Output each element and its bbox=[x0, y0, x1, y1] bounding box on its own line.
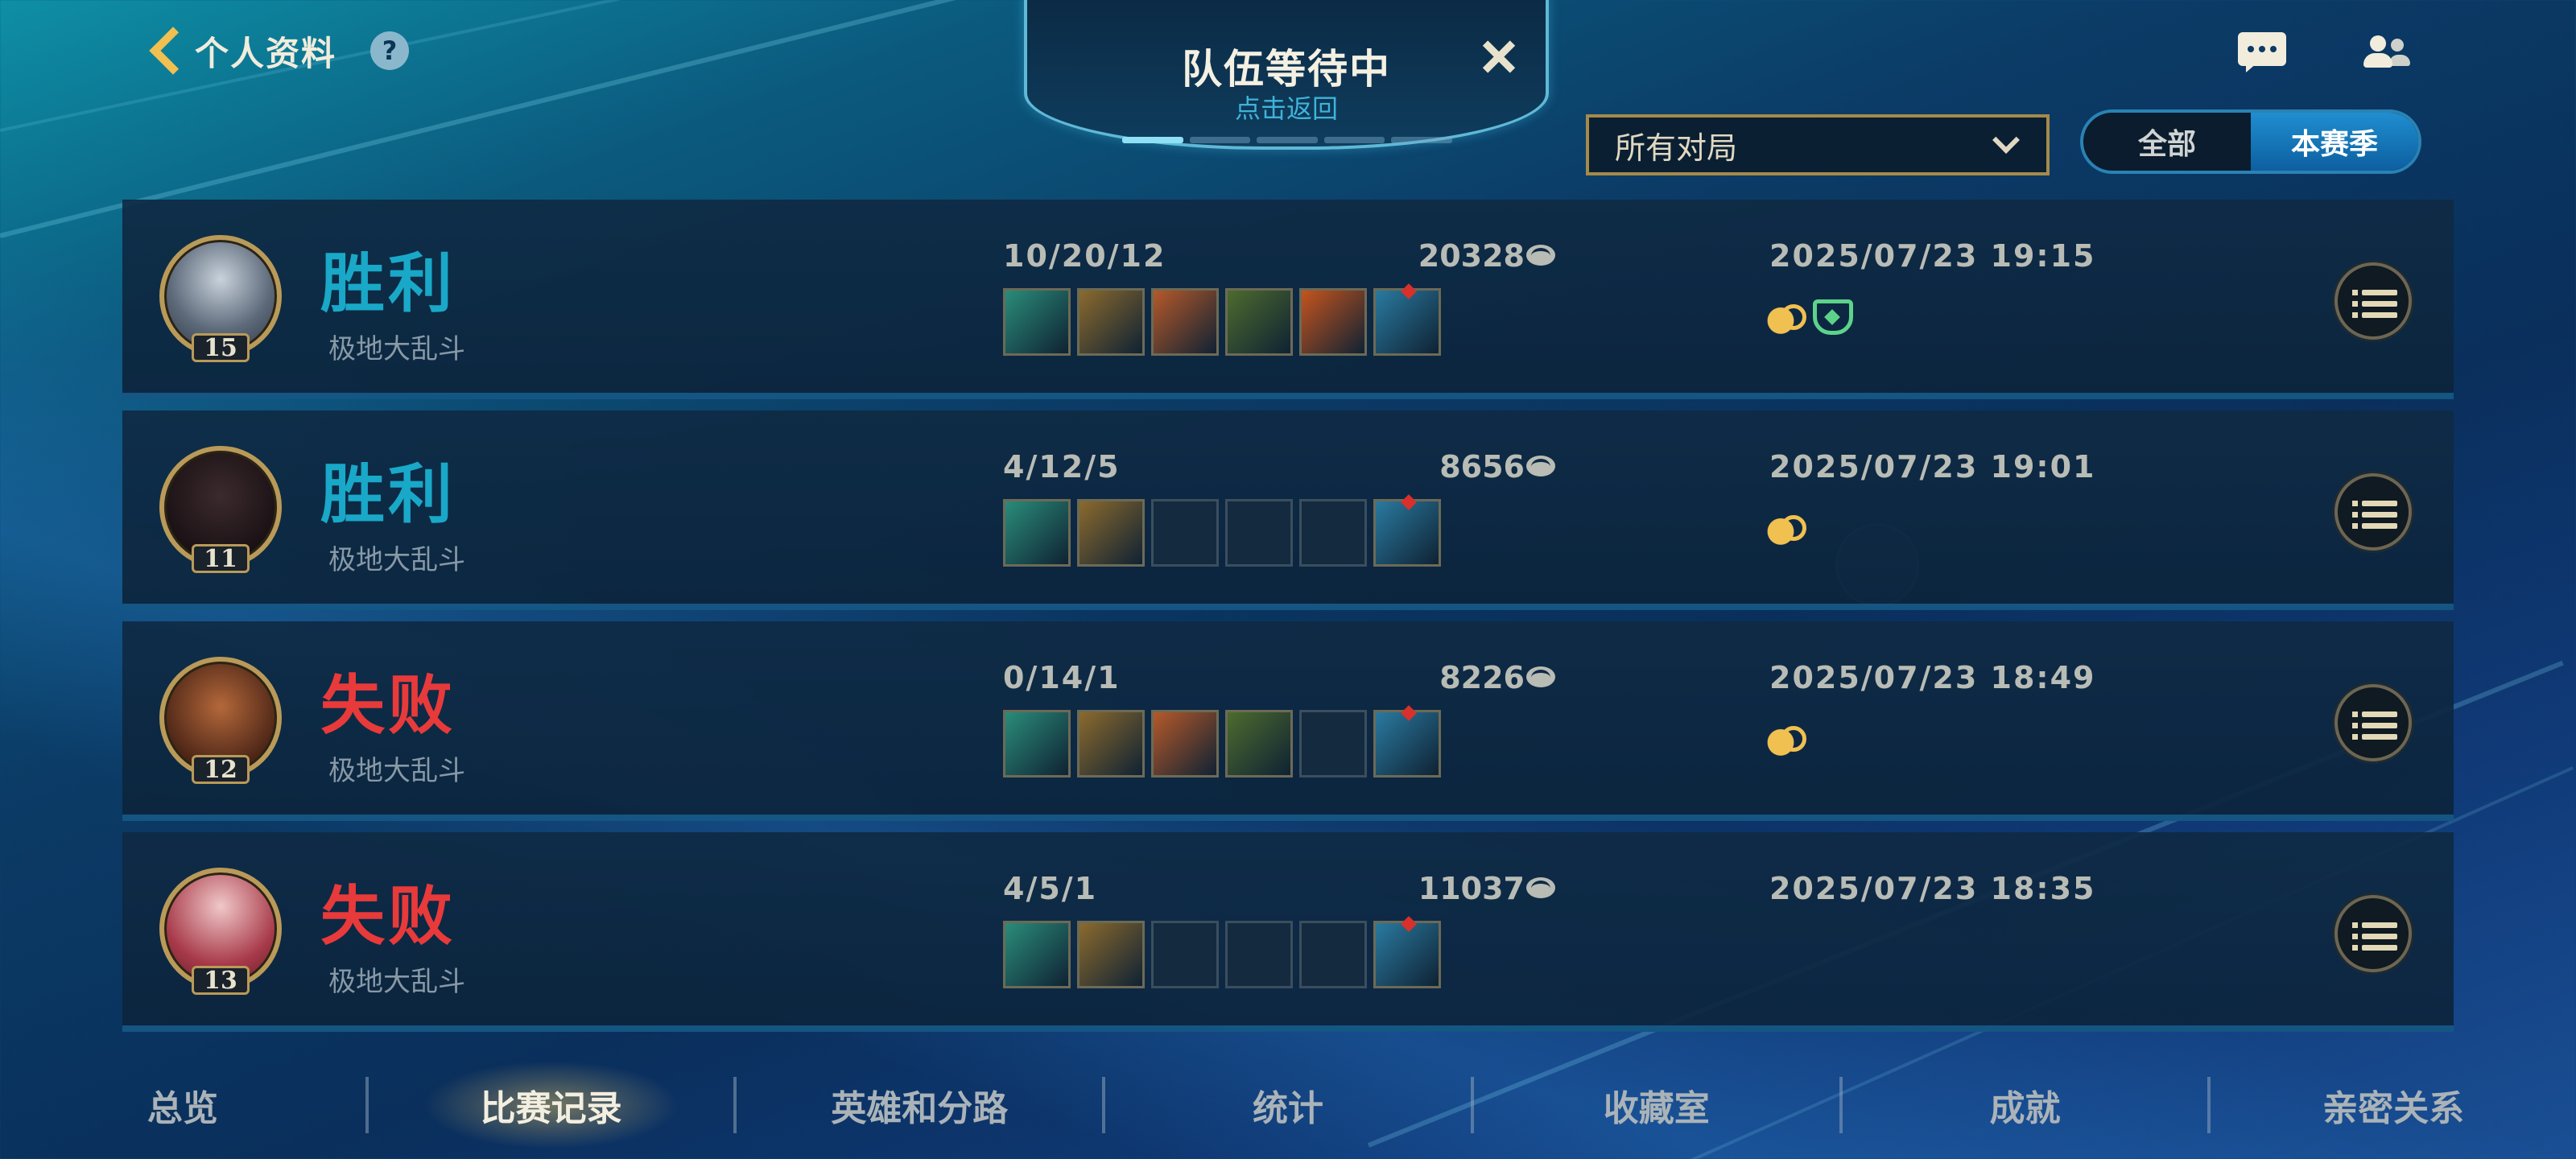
champion-level: 11 bbox=[192, 544, 250, 573]
match-date: 2025/07/23 19:15 bbox=[1769, 238, 2096, 274]
item-icon[interactable] bbox=[1003, 499, 1071, 567]
kda: 0/14/1 bbox=[1003, 660, 1121, 695]
item-icon[interactable] bbox=[1003, 921, 1071, 988]
gold-badge-icon bbox=[1765, 299, 1806, 335]
season-toggle[interactable]: 全部 本赛季 bbox=[2080, 109, 2421, 174]
gold-earned: 8226 bbox=[1290, 660, 1555, 695]
match-details-button[interactable] bbox=[2334, 895, 2412, 972]
empty-item-slot[interactable] bbox=[1299, 921, 1367, 988]
tab-5[interactable]: 成就 bbox=[1843, 1061, 2208, 1149]
item-icon[interactable] bbox=[1373, 705, 1441, 777]
item-icon[interactable] bbox=[1077, 499, 1145, 567]
toggle-all[interactable]: 全部 bbox=[2083, 113, 2251, 171]
gold-coin-icon bbox=[1526, 245, 1555, 266]
champion-level: 15 bbox=[192, 333, 250, 362]
queue-return-link[interactable]: 点击返回 bbox=[1027, 89, 1546, 126]
game-mode: 极地大乱斗 bbox=[328, 333, 465, 365]
gold-coin-icon bbox=[1526, 877, 1555, 898]
bottom-tab-bar: 总览 比赛记录 英雄和分路 统计 收藏室 成就 亲密关系 bbox=[0, 1061, 2576, 1149]
queue-title: 队伍等待中 bbox=[1182, 46, 1391, 93]
game-mode: 极地大乱斗 bbox=[328, 755, 465, 787]
queue-status-panel[interactable]: 队伍等待中 点击返回 bbox=[1024, 0, 1549, 150]
champion-level: 13 bbox=[192, 966, 250, 995]
match-result: 失败 bbox=[320, 879, 456, 954]
item-icon[interactable] bbox=[1077, 710, 1145, 777]
item-icon[interactable] bbox=[1373, 916, 1441, 988]
chevron-down-icon bbox=[1992, 126, 2020, 154]
match-details-button[interactable] bbox=[2334, 684, 2412, 761]
tab-0[interactable]: 总览 bbox=[0, 1061, 365, 1149]
kda: 4/5/1 bbox=[1003, 871, 1098, 906]
kda: 4/12/5 bbox=[1003, 449, 1121, 485]
toggle-current-season[interactable]: 本赛季 bbox=[2251, 113, 2418, 171]
item-icon[interactable] bbox=[1003, 710, 1071, 777]
gold-badge-icon bbox=[1765, 721, 1806, 757]
item-icon[interactable] bbox=[1225, 710, 1293, 777]
gold-earned: 11037 bbox=[1290, 871, 1555, 906]
match-date: 2025/07/23 18:35 bbox=[1769, 871, 2096, 906]
item-build bbox=[1003, 705, 1441, 777]
item-icon[interactable] bbox=[1299, 288, 1367, 356]
tab-3[interactable]: 统计 bbox=[1105, 1061, 1471, 1149]
match-result: 胜利 bbox=[320, 457, 456, 532]
match-badges bbox=[1765, 299, 1853, 335]
gold-earned: 8656 bbox=[1290, 449, 1555, 485]
empty-item-slot[interactable] bbox=[1225, 499, 1293, 567]
gold-coin-icon bbox=[1526, 666, 1555, 687]
item-build bbox=[1003, 494, 1441, 567]
match-badges bbox=[1765, 510, 1806, 546]
tab-4[interactable]: 收藏室 bbox=[1474, 1061, 1839, 1149]
match-result: 失败 bbox=[320, 668, 456, 743]
empty-item-slot[interactable] bbox=[1151, 499, 1219, 567]
item-build bbox=[1003, 283, 1441, 356]
chevron-left-icon bbox=[147, 23, 179, 79]
gold-coin-icon bbox=[1526, 456, 1555, 476]
match-type-select[interactable]: 所有对局 bbox=[1586, 114, 2050, 175]
empty-item-slot[interactable] bbox=[1151, 921, 1219, 988]
game-mode: 极地大乱斗 bbox=[328, 966, 465, 998]
back-button[interactable]: 个人资料 ? bbox=[147, 23, 410, 79]
tab-2[interactable]: 英雄和分路 bbox=[737, 1061, 1102, 1149]
tab-1[interactable]: 比赛记录 bbox=[369, 1061, 734, 1149]
help-icon[interactable]: ? bbox=[370, 31, 410, 70]
match-date: 2025/07/23 19:01 bbox=[1769, 449, 2096, 485]
empty-item-slot[interactable] bbox=[1225, 921, 1293, 988]
page-title: 个人资料 bbox=[195, 33, 337, 73]
queue-progress bbox=[1122, 137, 1452, 143]
champion-level: 12 bbox=[192, 755, 250, 784]
item-icon[interactable] bbox=[1373, 283, 1441, 356]
game-mode: 极地大乱斗 bbox=[328, 544, 465, 576]
gold-badge-icon bbox=[1765, 510, 1806, 546]
empty-item-slot[interactable] bbox=[1299, 710, 1367, 777]
match-details-button[interactable] bbox=[2334, 262, 2412, 340]
match-badges bbox=[1765, 721, 1806, 757]
match-row[interactable]: 13 失败 极地大乱斗 4/5/1 11037 2025/07/23 18:35 bbox=[122, 832, 2454, 1032]
shield-badge-icon bbox=[1813, 299, 1853, 335]
match-row[interactable]: 15 胜利 极地大乱斗 10/20/12 20328 2025/07/23 19… bbox=[122, 200, 2454, 399]
match-details-button[interactable] bbox=[2334, 473, 2412, 551]
close-icon[interactable] bbox=[1476, 34, 1521, 79]
match-row[interactable]: 11 胜利 极地大乱斗 4/12/5 8656 2025/07/23 19:01 bbox=[122, 410, 2454, 610]
item-icon[interactable] bbox=[1151, 288, 1219, 356]
item-icon[interactable] bbox=[1003, 288, 1071, 356]
match-row[interactable]: 12 失败 极地大乱斗 0/14/1 8226 2025/07/23 18:49 bbox=[122, 621, 2454, 821]
item-icon[interactable] bbox=[1151, 710, 1219, 777]
item-icon[interactable] bbox=[1373, 494, 1441, 567]
tab-6[interactable]: 亲密关系 bbox=[2211, 1061, 2576, 1149]
item-build bbox=[1003, 916, 1441, 988]
item-icon[interactable] bbox=[1225, 288, 1293, 356]
empty-item-slot[interactable] bbox=[1299, 499, 1367, 567]
match-date: 2025/07/23 18:49 bbox=[1769, 660, 2096, 695]
item-icon[interactable] bbox=[1077, 288, 1145, 356]
friends-icon[interactable] bbox=[2363, 32, 2412, 74]
item-icon[interactable] bbox=[1077, 921, 1145, 988]
kda: 10/20/12 bbox=[1003, 238, 1166, 274]
chat-icon[interactable] bbox=[2238, 32, 2286, 74]
match-result: 胜利 bbox=[320, 246, 456, 321]
gold-earned: 20328 bbox=[1290, 238, 1555, 274]
